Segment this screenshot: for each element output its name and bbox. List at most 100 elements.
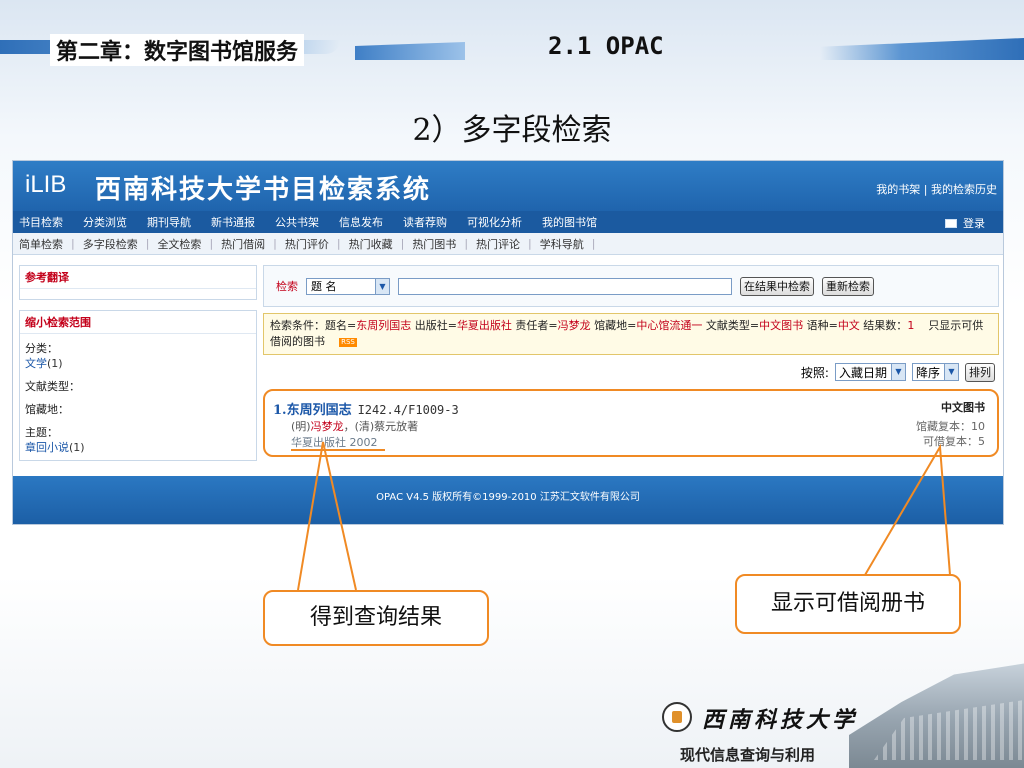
app-banner: iLIB 西南科技大学书目检索系统 我的书架 | 我的检索历史	[13, 161, 1003, 211]
criteria-lang-label: 语种=	[803, 319, 838, 332]
chevron-down-icon: ▼	[944, 364, 958, 380]
slide-section-title: 2.1 OPAC	[548, 32, 664, 60]
university-name: 西南科技大学	[702, 707, 859, 733]
slide-subtitle: 2）多字段检索	[412, 113, 612, 148]
header-swoosh-mid	[355, 42, 465, 60]
app-body: 参考翻译 缩小检索范围 分类： 文学(1) 文献类型： 馆藏地： 主题： 章回小…	[13, 255, 1003, 461]
nav-item-category-browse[interactable]: 分类浏览	[83, 214, 127, 230]
login-link[interactable]: 登录	[945, 215, 985, 231]
criteria-count: 1	[907, 319, 915, 332]
sort-button[interactable]: 排列	[965, 362, 995, 382]
criteria-type-label: 文献类型=	[702, 319, 760, 332]
subnav-fulltext-search[interactable]: 全文检索	[157, 236, 201, 252]
search-bar: 检索 题 名 ▼ 在结果中检索 重新检索	[263, 265, 999, 307]
sort-row: 按照: 入藏日期 ▼ 降序 ▼ 排列	[263, 361, 999, 383]
subnav-separator: |	[145, 237, 150, 250]
new-search-button[interactable]: 重新检索	[822, 276, 874, 296]
callout-search-result: 得到查询结果	[263, 590, 489, 646]
callout-available-copies: 显示可借阅册书	[735, 574, 961, 634]
rss-icon[interactable]: RSS	[339, 337, 357, 347]
sort-by-value: 入藏日期	[838, 365, 887, 380]
criteria-language: 中文	[837, 319, 860, 332]
slide-chapter-title: 第二章：数字图书馆服务	[50, 34, 305, 66]
nav-item-reader-recommend[interactable]: 读者荐购	[403, 214, 447, 230]
opac-window: iLIB 西南科技大学书目检索系统 我的书架 | 我的检索历史 书目检索 分类浏…	[12, 160, 1004, 525]
subnav-hot-comments[interactable]: 热门评论	[476, 236, 520, 252]
subnav-subject-nav[interactable]: 学科导航	[540, 236, 584, 252]
subnav-hot-rating[interactable]: 热门评价	[285, 236, 329, 252]
app-title: 西南科技大学书目检索系统	[95, 175, 432, 205]
publisher-underline	[291, 449, 385, 451]
left-sidebar: 参考翻译 缩小检索范围 分类： 文学(1) 文献类型： 馆藏地： 主题： 章回小…	[19, 255, 257, 461]
nav-item-catalog-search[interactable]: 书目检索	[19, 214, 63, 230]
author-rest: ，(清)蔡元放著	[343, 420, 419, 433]
subnav-simple-search[interactable]: 简单检索	[19, 236, 63, 252]
criteria-resp-label: 责任者=	[511, 319, 558, 332]
search-input[interactable]	[398, 277, 732, 295]
criteria-pub-label: 出版社=	[411, 319, 457, 332]
nav-item-new-books[interactable]: 新书通报	[211, 214, 255, 230]
facet-doctype-label: 文献类型：	[25, 380, 80, 393]
criteria-location: 中心馆流通一	[636, 319, 703, 332]
criteria-publisher: 华夏出版社	[456, 319, 512, 332]
top-links[interactable]: 我的书架 | 我的检索历史	[876, 181, 997, 197]
result-title-link[interactable]: 1.东周列国志	[273, 403, 352, 418]
subnav-separator: |	[273, 237, 277, 250]
login-label[interactable]: 登录	[963, 215, 985, 231]
facet-subject-count: (1)	[69, 441, 85, 454]
nav-item-info-release[interactable]: 信息发布	[339, 214, 383, 230]
facet-category-label: 分类：	[25, 342, 58, 355]
criteria-count-label: 结果数：	[859, 319, 908, 332]
facet-subject-novel[interactable]: 章回小说	[25, 441, 69, 454]
author-prefix: (明)	[291, 420, 311, 433]
main-nav: 书目检索 分类浏览 期刊导航 新书通报 公共书架 信息发布 读者荐购 可视化分析…	[13, 211, 1003, 233]
criteria-doctype: 中文图书	[759, 319, 804, 332]
subnav-hot-borrow[interactable]: 热门借阅	[221, 236, 265, 252]
nav-item-visual-analysis[interactable]: 可视化分析	[467, 214, 522, 230]
result-publisher: 华夏出版社 2002	[291, 436, 378, 449]
criteria-title: 东周列国志	[356, 319, 412, 332]
sort-order-select[interactable]: 降序 ▼	[911, 363, 959, 381]
university-logo-icon	[662, 702, 692, 732]
author-highlight: 冯梦龙	[310, 420, 344, 433]
top-links-text[interactable]: 我的书架 | 我的检索历史	[876, 183, 997, 196]
nav-item-journal-nav[interactable]: 期刊导航	[147, 214, 191, 230]
reference-translation-title: 参考翻译	[20, 266, 256, 289]
subnav-hot-collect[interactable]: 热门收藏	[349, 236, 393, 252]
facet-subject-label: 主题：	[25, 426, 58, 439]
subnav-multi-field-search[interactable]: 多字段检索	[83, 236, 138, 252]
search-within-results-button[interactable]: 在结果中检索	[740, 276, 814, 296]
subnav-separator: |	[209, 237, 214, 250]
reference-translation-panel: 参考翻译	[19, 265, 257, 300]
nav-item-my-library[interactable]: 我的图书馆	[542, 214, 597, 230]
narrow-scope-title: 缩小检索范围	[20, 311, 256, 334]
result-call-number: I242.4/F1009-3	[357, 403, 459, 417]
search-field-select[interactable]: 题 名 ▼	[306, 277, 390, 295]
facet-category-count: (1)	[47, 357, 63, 370]
subnav-separator: |	[591, 237, 596, 250]
reference-translation-body	[20, 289, 256, 299]
facet-category-literature[interactable]: 文学	[25, 357, 47, 370]
ilib-logo: iLIB	[25, 171, 67, 198]
nav-item-public-shelf[interactable]: 公共书架	[275, 214, 319, 230]
subnav-separator: |	[400, 237, 405, 250]
facet-location-label: 馆藏地：	[25, 403, 69, 416]
criteria-prefix: 检索条件：题名=	[270, 319, 357, 332]
result-item: 1.东周列国志 I242.4/F1009-3 (明)冯梦龙，(清)蔡元放著 华夏出…	[263, 389, 999, 457]
search-criteria-bar: 检索条件：题名=东周列国志 出版社=华夏出版社 责任者=冯梦龙 馆藏地=中心馆流…	[263, 313, 999, 355]
facet-subject-row: 章回小说(1)	[25, 440, 251, 455]
subnav-separator: |	[464, 237, 469, 250]
result-total-copies: 馆藏复本：10	[916, 420, 985, 433]
narrow-scope-body: 分类： 文学(1) 文献类型： 馆藏地： 主题： 章回小说(1)	[20, 334, 256, 460]
sort-order-value: 降序	[915, 365, 940, 380]
subnav-hot-books[interactable]: 热门图书	[412, 236, 456, 252]
app-footer: OPAC V4.5 版权所有©1999-2010 江苏汇文软件有限公司	[13, 476, 1003, 524]
criteria-loc-label: 馆藏地=	[590, 319, 637, 332]
search-label: 检索	[276, 280, 298, 293]
subnav-separator: |	[71, 237, 75, 250]
sort-by-select[interactable]: 入藏日期 ▼	[834, 363, 906, 381]
result-doc-type: 中文图书	[941, 401, 985, 414]
sort-label: 按照:	[800, 365, 829, 380]
result-authors: (明)冯梦龙，(清)蔡元放著	[291, 418, 418, 434]
subnav-separator: |	[528, 237, 532, 250]
